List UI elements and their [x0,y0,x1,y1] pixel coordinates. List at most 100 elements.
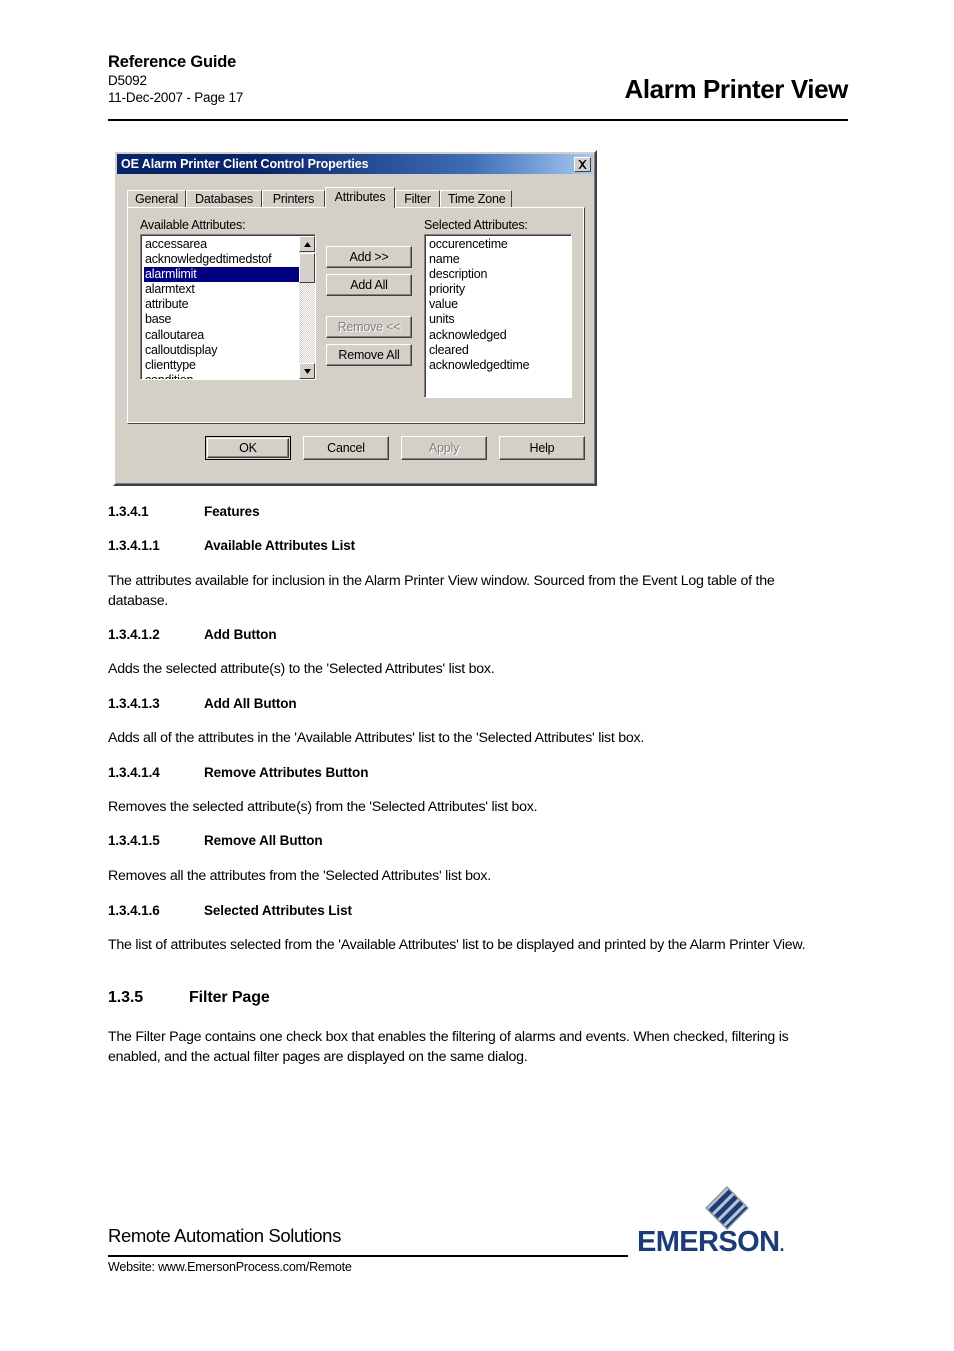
heading-text: Features [204,504,260,519]
paragraph-filter-page: The Filter Page contains one check box t… [108,1029,789,1065]
apply-button[interactable]: Apply [401,436,487,460]
heading-number: 1.3.4.1.4 [108,765,160,780]
heading-number: 1.3.4.1.5 [108,833,160,848]
list-item[interactable]: base [144,312,315,327]
list-item[interactable]: occurencetime [428,237,571,252]
list-item[interactable]: accessarea [144,237,315,252]
close-icon [577,159,588,170]
emerson-logo: EMERSON. [637,1186,807,1258]
list-item-selected[interactable]: alarmlimit [144,267,315,283]
tab-strip: General Databases Printers Attributes Fi… [127,187,585,208]
ok-button[interactable]: OK [205,436,291,460]
heading-remove-all-button: 1.3.4.1.5 Remove All Button [108,833,323,848]
heading-text: Filter Page [189,989,270,1006]
paragraph-selected-attributes-list: The list of attributes selected from the… [108,937,806,953]
list-item[interactable]: units [428,312,571,327]
paragraph-available-attributes-list: The attributes available for inclusion i… [108,573,775,609]
heading-number: 1.3.4.1.3 [108,696,160,711]
header-left-block: Reference Guide D5092 11-Dec-2007 - Page… [108,52,243,106]
document-date-page: 11-Dec-2007 - Page 17 [108,90,244,105]
heading-selected-attributes-list: 1.3.4.1.6 Selected Attributes List [108,903,352,918]
list-item[interactable]: value [428,297,571,312]
remove-all-button-label: Remove All [338,348,400,362]
list-item[interactable]: calloutarea [144,328,315,343]
add-all-button-label: Add All [350,278,388,292]
available-attributes-list[interactable]: accessarea acknowledgedtimedstof alarmli… [140,234,316,380]
heading-add-button: 1.3.4.1.2 Add Button [108,627,277,642]
add-button[interactable]: Add >> [326,246,412,268]
list-item[interactable]: calloutdisplay [144,343,315,358]
paragraph-add-button: Adds the selected attribute(s) to the 'S… [108,661,495,677]
list-item[interactable]: acknowledgedtime [428,358,571,373]
properties-dialog: OE Alarm Printer Client Control Properti… [113,150,597,486]
help-button-label: Help [529,441,555,455]
dialog-titlebar: OE Alarm Printer Client Control Properti… [117,154,593,174]
page-title: Alarm Printer View [624,74,848,104]
heading-number: 1.3.4.1.2 [108,627,160,642]
tab-time-zone[interactable]: Time Zone [440,190,512,208]
scrollbar-thumb[interactable] [299,253,315,283]
heading-text: Remove All Button [204,833,323,848]
emerson-mark-icon [705,1186,749,1230]
heading-text: Add Button [204,627,277,642]
heading-number: 1.3.4.1 [108,504,149,519]
selected-list-items: occurencetime name description priority … [428,237,571,373]
scroll-up-button[interactable] [299,236,315,252]
tab-filter[interactable]: Filter [395,190,440,208]
heading-number: 1.3.4.1.1 [108,538,160,553]
paragraph-remove-all-button: Removes all the attributes from the 'Sel… [108,868,491,884]
heading-filter-page: 1.3.5 Filter Page [108,989,270,1007]
add-all-button[interactable]: Add All [326,274,412,296]
available-list-items: accessarea acknowledgedtimedstof alarmli… [144,237,315,379]
list-item[interactable]: description [428,267,571,282]
footer-company-line: Remote Automation Solutions [108,1225,341,1246]
list-item[interactable]: attribute [144,297,315,312]
heading-text: Remove Attributes Button [204,765,369,780]
tab-general[interactable]: General [127,190,186,208]
list-item[interactable]: acknowledgedtimedstof [144,252,315,267]
heading-number: 1.3.4.1.6 [108,903,160,918]
help-button[interactable]: Help [499,436,585,460]
header-divider [108,119,848,121]
list-item[interactable]: alarmtext [144,282,315,297]
close-button[interactable] [574,156,591,172]
tab-attributes[interactable]: Attributes [325,187,395,208]
paragraph-add-all-button: Adds all of the attributes in the 'Avail… [108,730,645,746]
scroll-down-arrow-icon [303,364,312,378]
heading-available-attributes-list: 1.3.4.1.1 Available Attributes List [108,538,355,553]
heading-number: 1.3.5 [108,989,144,1006]
remove-all-button[interactable]: Remove All [326,344,412,366]
list-item[interactable]: cleared [428,343,571,358]
ok-button-label: OK [239,441,257,455]
list-item[interactable]: condition [144,373,315,379]
cancel-button-label: Cancel [327,441,365,455]
available-list-inner: accessarea acknowledgedtimedstof alarmli… [141,235,315,379]
tab-printers[interactable]: Printers [262,190,325,208]
add-button-label: Add >> [349,250,389,264]
available-list-scrollbar[interactable] [299,236,315,379]
footer-divider [108,1255,628,1257]
selected-attributes-label: Selected Attributes: [424,218,528,232]
list-item[interactable]: acknowledged [428,328,571,343]
dialog-title: OE Alarm Printer Client Control Properti… [121,157,369,171]
heading-add-all-button: 1.3.4.1.3 Add All Button [108,696,297,711]
paragraph-remove-button: Removes the selected attribute(s) from t… [108,799,538,815]
list-item[interactable]: clienttype [144,358,315,373]
remove-button-label: Remove << [337,320,401,334]
list-item[interactable]: priority [428,282,571,297]
heading-features: 1.3.4.1 Features [108,504,260,519]
apply-button-label: Apply [428,441,460,455]
heading-remove-button: 1.3.4.1.4 Remove Attributes Button [108,765,368,780]
document-number: D5092 [108,73,147,88]
selected-attributes-list[interactable]: occurencetime name description priority … [424,234,572,398]
remove-button[interactable]: Remove << [326,316,412,338]
attributes-panel: Available Attributes: accessarea acknowl… [127,207,585,424]
list-item[interactable]: name [428,252,571,267]
heading-text: Add All Button [204,696,297,711]
footer-website: Website: www.EmersonProcess.com/Remote [108,1260,352,1274]
scroll-down-button[interactable] [299,363,315,379]
tab-databases[interactable]: Databases [186,190,262,208]
emerson-wordmark: EMERSON. [637,1226,785,1259]
cancel-button[interactable]: Cancel [303,436,389,460]
scroll-up-arrow-icon [303,237,312,251]
